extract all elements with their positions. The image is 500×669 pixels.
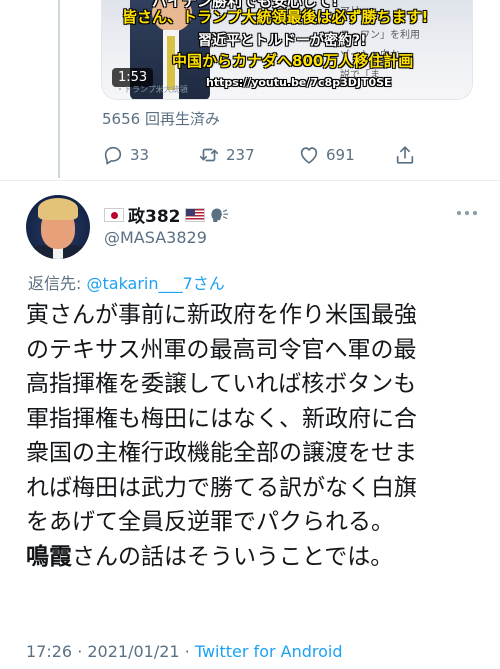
tweet-text-line-last: 鳴霞さんの話はそういうことでは。 (26, 540, 486, 575)
more-options-icon[interactable] (455, 208, 479, 218)
thread-connector-line (58, 0, 60, 178)
tweet-text-line: 衆国の主権行政機能全部の譲渡をせま (26, 440, 417, 466)
share-button[interactable] (394, 144, 416, 166)
like-button[interactable]: 691 (298, 144, 355, 166)
bold-name: 鳴霞 (26, 543, 72, 570)
tweet-text-tail: さんの話はそういうことでは。 (72, 543, 394, 570)
reply-icon (104, 146, 122, 165)
display-name: 政382 (128, 207, 181, 227)
japan-flag-icon (104, 207, 124, 222)
video-caption-line1: 皆さん、トランプ大統領最後は必ず勝ちます! (122, 8, 429, 26)
video-caption-line2: 習近平とトルドーが密約?! (198, 33, 367, 49)
tweet-text-line: 高指揮権を委譲していれば核ボタンも (26, 371, 417, 397)
video-caption-url: https://youtu.be/7c8p3DJT0SE (206, 76, 392, 89)
avatar[interactable] (26, 195, 90, 259)
tweet-text-line: のテキサス州軍の最高司令官へ軍の最 (26, 336, 417, 363)
tweet-text: 寅さんが事前に新政府を作り米国最強 のテキサス州軍の最高司令官へ軍の最 高指揮権… (26, 298, 486, 574)
reply-mention-link[interactable]: @takarin___7さん (86, 274, 224, 293)
like-count: 691 (326, 146, 355, 164)
tweet-action-bar: 33 237 691 (102, 144, 422, 170)
reply-count: 33 (130, 146, 150, 164)
view-count: 5656 回再生済み (102, 110, 220, 128)
tweet-timestamp[interactable]: 17:26 · 2021/01/21 · (26, 642, 195, 661)
share-icon (396, 146, 414, 164)
reply-button[interactable]: 33 (102, 144, 149, 166)
retweet-count: 237 (226, 146, 255, 164)
retweet-icon (199, 148, 219, 162)
tweet-text-line: 軍指揮権も梅田にはなく、新政府に合 (26, 405, 417, 432)
tweet-text-line: 寅さんが事前に新政府を作り米国最強 (26, 302, 417, 328)
tweet-metadata: 17:26 · 2021/01/21 · Twitter for Android (26, 642, 343, 661)
retweet-button[interactable]: 237 (198, 144, 255, 166)
tweet-text-line: れば梅田は武力で勝てる訳がなく白旗 (26, 474, 417, 501)
speaking-head-icon (210, 208, 228, 222)
display-name-row[interactable]: 政382 (104, 202, 229, 227)
user-handle[interactable]: @MASA3829 (104, 228, 207, 247)
heart-icon (300, 147, 318, 164)
tweet-divider (0, 180, 500, 181)
reply-context: 返信先: @takarin___7さん (28, 270, 225, 294)
video-caption-line3: 中国からカナダへ800万人移住計画 (172, 52, 414, 70)
video-thumbnail[interactable]: マリー ス・ワン」を利用 ゾートへ向かっ 説で「ま バイデン勝利でも安心して! … (101, 0, 473, 100)
reply-prefix: 返信先: (28, 274, 87, 293)
video-source-label: ・トランプ米大統領 (116, 85, 188, 94)
tweet-client-link[interactable]: Twitter for Android (195, 642, 343, 661)
us-flag-icon (184, 207, 205, 222)
tweet-text-line: をあげて全員反逆罪でパクられる。 (26, 509, 394, 535)
